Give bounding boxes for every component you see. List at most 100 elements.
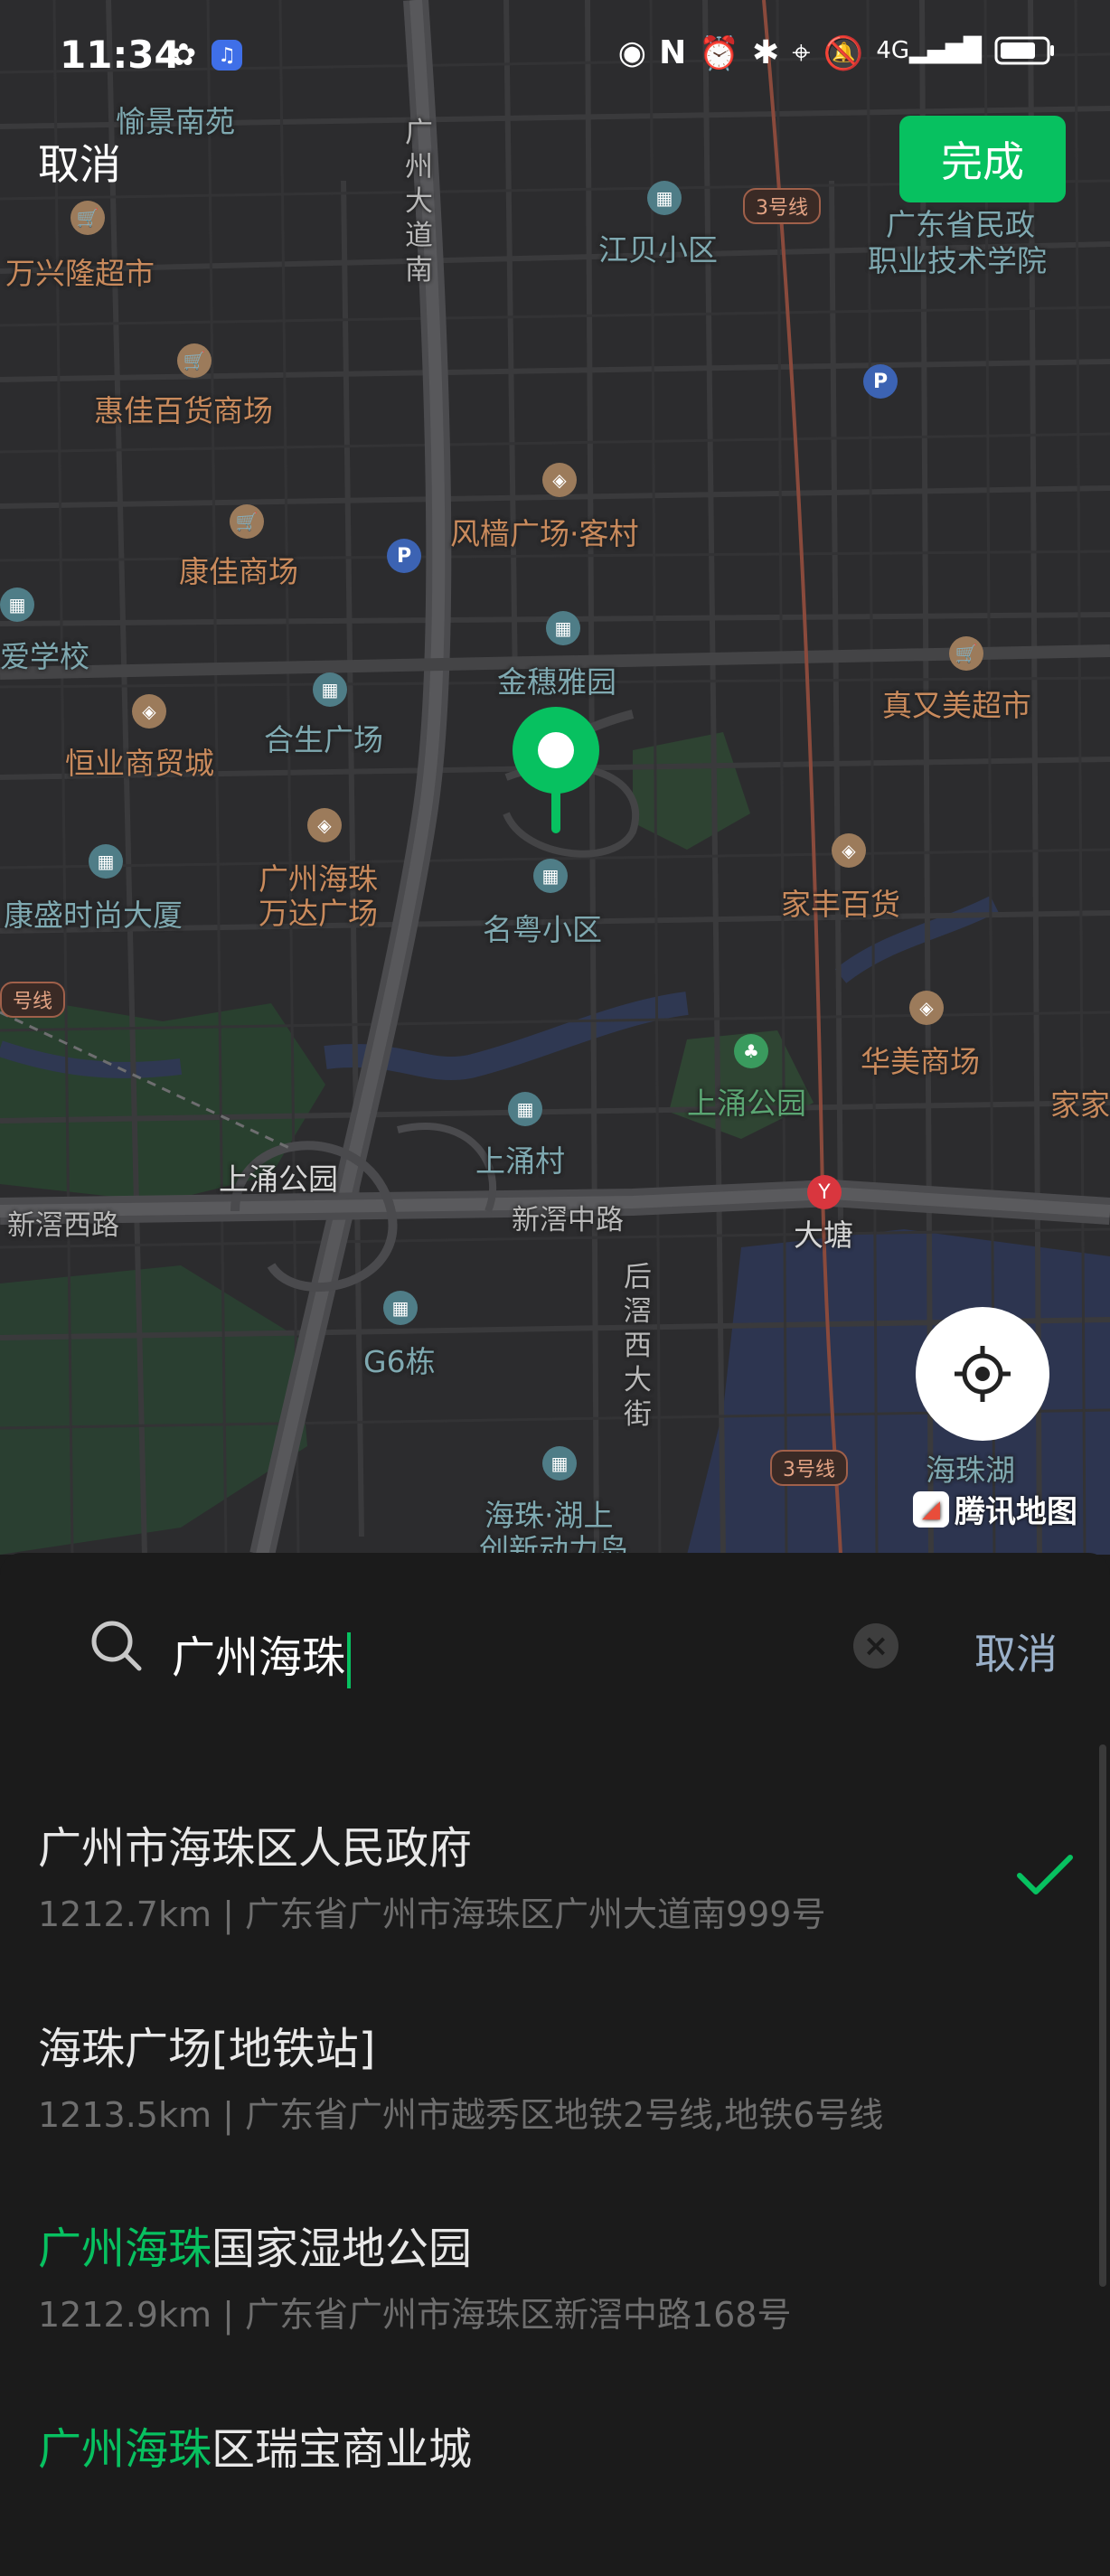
search-bar: 广州海珠 × 取消 [0, 1553, 1110, 1743]
metro-line-badge-left: 号线 [0, 982, 66, 1018]
battery-icon [994, 34, 1056, 75]
status-bar: 11:34 ✿ ♫ ◉ N ⏰ ✱ ⌖ 🔕 4G▂▄▆█ [0, 0, 1110, 108]
building-icon: ▦ [533, 859, 568, 893]
checkmark-icon [1017, 1855, 1073, 1894]
status-icons: ◉ N ⏰ ✱ ⌖ 🔕 4G▂▄▆█ [618, 34, 1056, 75]
tencent-map-label: 腾讯地图 [955, 1494, 1077, 1530]
map-label-mingyue: 名粤小区 [483, 912, 602, 947]
search-cancel-button[interactable]: 取消 [974, 1622, 1058, 1681]
wechat-icon: ✿ [170, 37, 197, 73]
poi-parking-2[interactable]: P [387, 539, 421, 573]
map-label-hesheng: 合生广场 [264, 722, 383, 757]
result-item[interactable]: 广州市海珠区人民政府 1212.7km | 广东省广州市海珠区广州大道南999号 [0, 1774, 1110, 1975]
shopping-bag-icon: ◈ [542, 463, 577, 497]
parking-icon: P [863, 364, 898, 399]
poi-kangjia[interactable]: 🛒 [230, 504, 264, 539]
map-label-datang: 大塘 [794, 1217, 853, 1253]
status-time: 11:34 [60, 33, 181, 77]
nfc-icon: N [659, 34, 687, 71]
map-view[interactable]: 愉景南苑 广州大道南 ▦ 江贝小区 3号线 广东省民政 职业技术学院 🛒 万兴隆… [0, 0, 1110, 1555]
poi-kangsheng[interactable]: ▦ [89, 844, 123, 879]
building-icon: ▦ [647, 181, 682, 215]
poi-jiangbei[interactable]: ▦ [647, 181, 682, 215]
result-subtitle: 1212.7km | 广东省广州市海珠区广州大道南999号 [38, 1894, 826, 1934]
map-label-jiajia: 家家 [1050, 1087, 1110, 1123]
poi-mingyue[interactable]: ▦ [533, 859, 568, 893]
map-label-kangjia: 康佳商场 [179, 554, 298, 589]
map-label-fengqiang: 风樯广场·客村 [450, 516, 639, 551]
poi-g6[interactable]: ▦ [383, 1291, 418, 1325]
poi-fengqiang[interactable]: ◈ [542, 463, 577, 497]
poi-innovation[interactable]: ▦ [542, 1446, 577, 1481]
tencent-map-logo: ◢ 腾讯地图 [913, 1487, 1077, 1531]
map-label-wanxinglong: 万兴隆超市 [5, 256, 155, 291]
result-title-rest: 海珠广场[地铁站] [38, 2024, 376, 2074]
poi-school[interactable]: ▦ [0, 588, 34, 622]
map-label-huijia: 惠佳百货商场 [94, 393, 273, 428]
search-input[interactable]: 广州海珠 [172, 1622, 352, 1688]
metro-line-badge-bottom: 3号线 [770, 1450, 848, 1486]
map-label-jiangbei: 江贝小区 [598, 232, 718, 268]
map-label-g6: G6栋 [363, 1344, 436, 1379]
result-title-rest: 国家湿地公园 [212, 2223, 473, 2274]
poi-shangchong-village[interactable]: ▦ [508, 1092, 542, 1126]
building-icon: ▦ [508, 1092, 542, 1126]
poi-wanxinglong[interactable]: 🛒 [71, 201, 105, 235]
poi-hengye[interactable]: ◈ [132, 694, 166, 729]
header-cancel-button[interactable]: 取消 [38, 132, 121, 192]
result-subtitle: 1213.5km | 广东省广州市越秀区地铁2号线,地铁6号线 [38, 2095, 884, 2135]
result-title-rest: 广州市海珠区人民政府 [38, 1823, 473, 1874]
map-label-huamei: 华美商场 [861, 1044, 980, 1079]
result-subtitle: 1212.9km | 广东省广州市海珠区新滘中路168号 [38, 2295, 792, 2335]
4g-signal-icon: 4G▂▄▆█ [876, 37, 982, 64]
map-pin-icon [513, 707, 599, 833]
metro-station-icon[interactable]: Y [807, 1175, 842, 1209]
map-label-kangsheng: 康盛时尚大厦 [4, 898, 183, 933]
map-label-shangchong-park-west: 上涌公园 [219, 1161, 338, 1197]
map-label-jiafeng: 家丰百货 [781, 887, 900, 922]
result-item[interactable]: 海珠广场[地铁站] 1213.5km | 广东省广州市越秀区地铁2号线,地铁6号… [0, 1975, 1110, 2176]
clear-search-button[interactable]: × [853, 1623, 898, 1669]
shopping-bag-icon: ◈ [832, 833, 866, 868]
shopping-bag-icon: ◈ [909, 991, 944, 1025]
poi-parking[interactable]: P [863, 364, 898, 399]
shopping-cart-icon: 🛒 [949, 636, 983, 671]
map-label-shangchong-park: 上涌公园 [687, 1086, 806, 1121]
done-button[interactable]: 完成 [899, 116, 1066, 202]
selected-location-pin[interactable] [511, 707, 601, 855]
poi-hesheng[interactable]: ▦ [313, 672, 347, 707]
map-label-shangchong-village: 上涌村 [475, 1143, 565, 1179]
result-item[interactable]: 广州海珠区瑞宝商业城 [0, 2375, 1110, 2576]
map-label-jinsui: 金穗雅园 [497, 664, 616, 700]
map-label-guangzhou-dadao: 广州大道南 [405, 117, 433, 287]
school-icon: ▦ [0, 588, 34, 622]
search-results-sheet: 广州海珠 × 取消 广州市海珠区人民政府 1212.7km | 广东省广州市海珠… [0, 1553, 1110, 2475]
poi-wanda[interactable]: ◈ [307, 808, 342, 842]
results-scrollbar[interactable] [1099, 1744, 1106, 2287]
alarm-icon: ⏰ [699, 35, 740, 72]
map-label-haizhu-lake: 海珠湖 [926, 1453, 1015, 1488]
poi-zhenyoumei[interactable]: 🛒 [949, 636, 983, 671]
poi-shangchong-park[interactable]: ♣ [734, 1034, 768, 1068]
poi-jiafeng[interactable]: ◈ [832, 833, 866, 868]
map-label-hengye: 恒业商贸城 [65, 746, 214, 781]
poi-jinsui[interactable]: ▦ [546, 611, 580, 645]
shopping-bag-icon: ◈ [132, 694, 166, 729]
building-icon: ▦ [542, 1446, 577, 1481]
shopping-cart-icon: 🛒 [230, 504, 264, 539]
bluetooth-icon: ✱ [752, 34, 780, 71]
poi-huijia[interactable]: 🛒 [177, 343, 212, 378]
search-query: 广州海珠 [172, 1632, 346, 1683]
parking-icon: P [387, 539, 421, 573]
result-title: 海珠广场[地铁站] [38, 2013, 375, 2076]
map-label-xinjiao-mid: 新滘中路 [512, 1204, 624, 1236]
building-icon: ▦ [313, 672, 347, 707]
poi-huamei[interactable]: ◈ [909, 991, 944, 1025]
result-item[interactable]: 广州海珠国家湿地公园 1212.9km | 广东省广州市海珠区新滘中路168号 [0, 2175, 1110, 2375]
locate-me-button[interactable] [916, 1307, 1049, 1441]
shopping-cart-icon: 🛒 [177, 343, 212, 378]
mute-icon: 🔕 [823, 35, 864, 72]
crosshair-icon [955, 1346, 1011, 1402]
result-title-highlight: 广州海珠 [38, 2424, 212, 2475]
location-icon: ⌖ [792, 34, 811, 71]
